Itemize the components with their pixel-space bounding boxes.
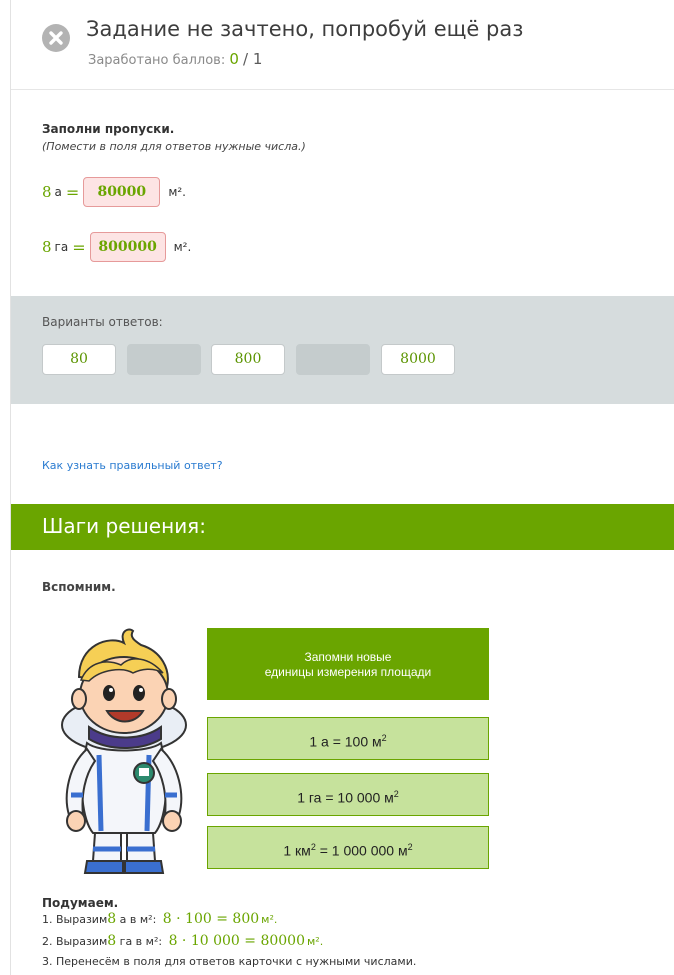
solution-step-1: 1. Выразим 8 а в м²: 8 · 100 = 800 м². xyxy=(42,911,277,927)
eq2-unit: га xyxy=(54,240,69,254)
solution-steps-header: Шаги решения: xyxy=(11,504,674,550)
step2-expression: 8 · 10 000 = 80000 xyxy=(168,933,305,949)
step2-unit: м². xyxy=(307,935,324,948)
rule-ar-text: 1 а = 100 м xyxy=(309,733,382,750)
eq1-number: 8 xyxy=(42,183,52,201)
rule-hectare: 1 га = 10 000 м2 xyxy=(207,773,489,816)
solution-step-3: 3. Перенесём в поля для ответов карточки… xyxy=(42,955,417,968)
rule-km2-text-b: = 1 000 000 м xyxy=(315,842,408,859)
think-heading: Подумаем. xyxy=(42,896,119,910)
score-label: Заработано баллов: xyxy=(88,53,226,68)
eq2-equals: = xyxy=(72,237,86,257)
step2-mid: га в м²: xyxy=(116,935,166,948)
variants-label: Варианты ответов: xyxy=(42,315,163,329)
rule-km2: 1 км2 = 1 000 000 м2 xyxy=(207,826,489,869)
eq2-result-unit: м². xyxy=(173,240,192,254)
step2-number: 8 xyxy=(107,933,117,949)
rule-km2-text-a: 1 км xyxy=(283,842,311,859)
answer-card-2[interactable]: 800 xyxy=(211,344,285,375)
result-title: Задание не зачтено, попробуй ещё раз xyxy=(86,17,524,41)
rule-km2-sup-b: 2 xyxy=(407,842,413,852)
memo-banner: Запомни новые единицы измерения площади xyxy=(207,628,489,700)
score-earned: 0 xyxy=(229,50,239,68)
answer-field-2[interactable]: 800000 xyxy=(89,232,166,262)
step2-text: 2. Выразим xyxy=(42,935,108,948)
step1-mid: а в м²: xyxy=(116,913,160,926)
equation-row-1: 8 а = 80000 м². xyxy=(42,177,186,207)
task-page: Задание не зачтено, попробуй ещё раз Зар… xyxy=(10,0,674,975)
eq1-result-unit: м². xyxy=(168,185,186,199)
rule-ar-sup: 2 xyxy=(381,733,387,743)
equation-row-2: 8 га = 800000 м². xyxy=(42,232,191,262)
rule-ar: 1 а = 100 м2 xyxy=(207,717,489,760)
answer-card-slot-empty xyxy=(296,344,370,375)
answer-variants-panel: Варианты ответов: 80 800 8000 xyxy=(11,296,674,404)
task-title: Заполни пропуски. xyxy=(42,122,175,136)
step1-number: 8 xyxy=(107,911,117,927)
score-total: / 1 xyxy=(243,50,263,68)
result-header: Задание не зачтено, попробуй ещё раз Зар… xyxy=(11,0,674,90)
eq1-equals: = xyxy=(65,182,80,202)
answer-card-1[interactable]: 80 xyxy=(42,344,116,375)
memo-line-1: Запомни новые xyxy=(304,650,392,664)
answer-field-1[interactable]: 80000 xyxy=(83,177,161,207)
step1-unit: м². xyxy=(261,913,278,926)
rule-hectare-sup: 2 xyxy=(393,789,399,799)
score-line: Заработано баллов: 0 / 1 xyxy=(88,50,262,68)
how-to-find-answer-link[interactable]: Как узнать правильный ответ? xyxy=(42,459,223,472)
steps-title: Шаги решения: xyxy=(42,514,206,538)
answer-card-3[interactable]: 8000 xyxy=(381,344,455,375)
rule-hectare-text: 1 га = 10 000 м xyxy=(297,789,394,806)
step1-expression: 8 · 100 = 800 xyxy=(162,911,260,927)
astronaut-boy-illustration xyxy=(61,628,187,874)
answer-card-slot-empty xyxy=(127,344,201,375)
eq1-unit: а xyxy=(54,185,62,199)
eq2-number: 8 xyxy=(42,238,52,256)
close-circle-icon xyxy=(42,24,70,52)
solution-step-2: 2. Выразим 8 га в м²: 8 · 10 000 = 80000… xyxy=(42,933,323,949)
step1-text: 1. Выразим xyxy=(42,913,108,926)
task-hint: (Помести в поля для ответов нужные числа… xyxy=(42,140,306,153)
remember-heading: Вспомним. xyxy=(42,580,116,594)
memo-line-2: единицы измерения площади xyxy=(264,665,432,679)
